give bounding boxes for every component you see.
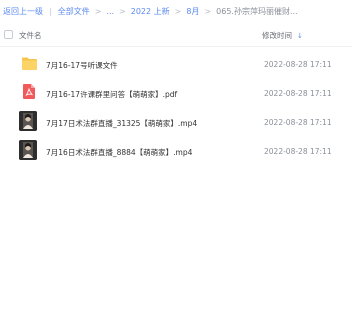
file-name[interactable]: 7月17日术法群直播_31325【萌萌家】.mp4 — [46, 118, 197, 129]
breadcrumb-current: 065.孙宗萍玛丽催财... — [216, 6, 298, 16]
file-name[interactable]: 7月16-17许课群里问答【萌萌家】.pdf — [46, 89, 177, 100]
chevron-right-icon: > — [119, 6, 126, 16]
file-modified: 2022-08-28 17:11 — [264, 89, 332, 98]
folder-icon — [22, 57, 37, 70]
file-modified: 2022-08-28 17:11 — [264, 118, 332, 127]
file-row[interactable]: 7月16-17号听课文件 2022-08-28 17:11 — [0, 49, 352, 79]
file-row[interactable]: 7月16日术法群直播_8884【萌萌家】.mp4 2022-08-28 17:1… — [0, 136, 352, 166]
file-row[interactable]: 7月17日术法群直播_31325【萌萌家】.mp4 2022-08-28 17:… — [0, 107, 352, 137]
file-modified: 2022-08-28 17:11 — [264, 60, 332, 69]
video-thumbnail-icon — [19, 111, 37, 131]
pdf-icon — [23, 84, 35, 99]
video-thumbnail-icon — [19, 140, 37, 160]
chevron-right-icon: > — [174, 6, 182, 16]
file-name[interactable]: 7月16日术法群直播_8884【萌萌家】.mp4 — [46, 147, 192, 158]
breadcrumb-ellipsis[interactable]: ... — [106, 7, 114, 16]
name-column-header[interactable]: 文件名 — [19, 30, 42, 41]
modified-column-label: 修改时间 — [262, 31, 292, 40]
chevron-right-icon: > — [204, 6, 212, 16]
breadcrumb-all-files[interactable]: 全部文件 — [58, 6, 90, 17]
breadcrumb-2022[interactable]: 2022 上新 — [131, 6, 170, 17]
sort-down-icon[interactable]: ↓ — [297, 32, 303, 40]
modified-column-header[interactable]: 修改时间 ↓ — [262, 30, 303, 41]
file-row[interactable]: 7月16-17许课群里问答【萌萌家】.pdf 2022-08-28 17:11 — [0, 78, 352, 108]
select-all-checkbox[interactable] — [4, 30, 13, 39]
file-name[interactable]: 7月16-17号听课文件 — [46, 60, 118, 71]
breadcrumb: 返回上一级 | 全部文件 > ... > 2022 上新 > 8月 > 065.… — [3, 4, 298, 18]
file-modified: 2022-08-28 17:11 — [264, 147, 332, 156]
file-list-header: 文件名 修改时间 ↓ — [0, 22, 352, 47]
back-link[interactable]: 返回上一级 — [3, 6, 43, 17]
breadcrumb-aug[interactable]: 8月 — [186, 6, 199, 17]
breadcrumb-divider: | — [49, 6, 52, 16]
chevron-right-icon: > — [94, 6, 102, 16]
